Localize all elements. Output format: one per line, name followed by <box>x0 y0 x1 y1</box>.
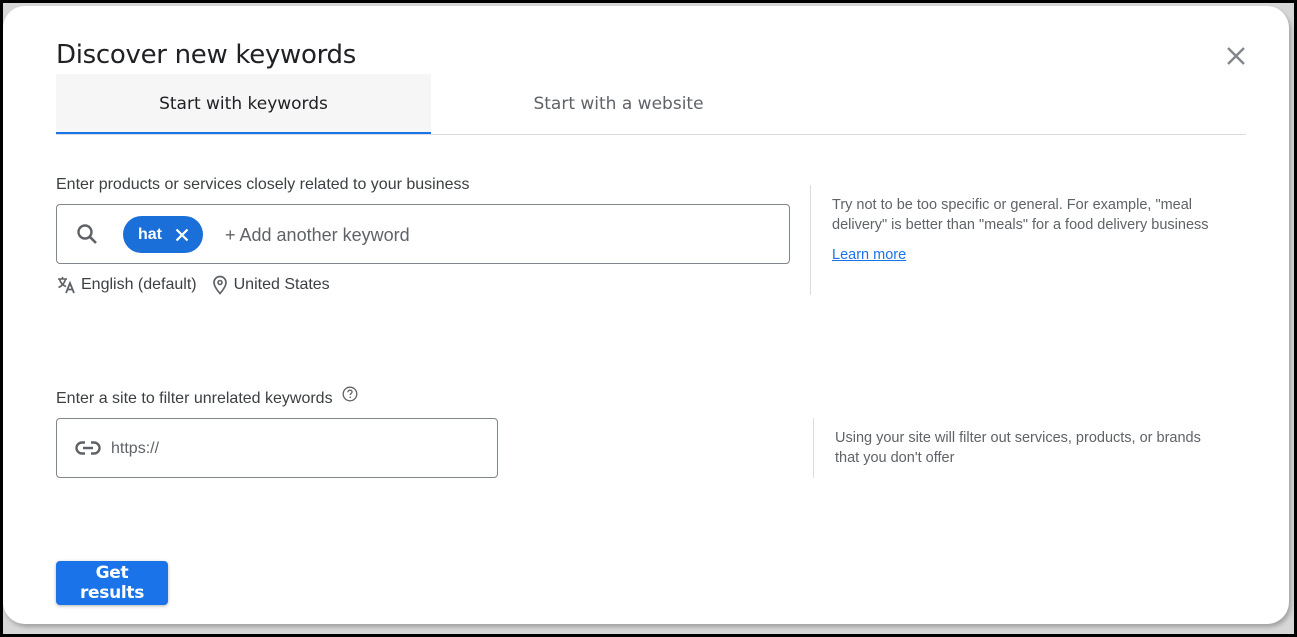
close-icon <box>1227 47 1245 65</box>
location-selector[interactable]: United States <box>211 275 330 295</box>
get-results-button[interactable]: Get results <box>56 561 168 605</box>
tab-start-with-keywords[interactable]: Start with keywords <box>56 74 431 134</box>
close-icon <box>175 228 189 241</box>
learn-more-link[interactable]: Learn more <box>832 245 906 265</box>
site-url-input[interactable] <box>109 434 473 464</box>
close-button[interactable] <box>1222 42 1250 70</box>
keyword-chip-label: hat <box>138 225 162 243</box>
location-pin-icon <box>212 275 227 295</box>
keywords-field-label: Enter products or services closely relat… <box>56 176 470 193</box>
dialog-title: Discover new keywords <box>56 40 357 70</box>
language-selector[interactable]: English (default) <box>56 275 197 295</box>
add-keyword-input[interactable] <box>223 220 767 250</box>
site-hint-panel: Using your site will filter out services… <box>813 418 1213 478</box>
location-label: United States <box>233 276 330 293</box>
tab-bar: Start with keywords Start with a website <box>56 74 1246 135</box>
language-label: English (default) <box>81 276 197 293</box>
keywords-hint-text: Try not to be too specific or general. F… <box>832 197 1209 233</box>
keywords-hint-panel: Try not to be too specific or general. F… <box>810 185 1210 295</box>
targeting-row: English (default) United States <box>56 274 330 296</box>
site-input-box[interactable] <box>56 418 498 478</box>
remove-chip-button[interactable] <box>174 227 190 243</box>
site-hint-text: Using your site will filter out services… <box>835 430 1201 466</box>
search-icon <box>77 224 97 244</box>
tab-start-with-website[interactable]: Start with a website <box>431 74 806 132</box>
link-icon <box>75 441 101 455</box>
help-circle-icon[interactable] <box>342 386 358 402</box>
translate-icon <box>58 277 75 294</box>
keyword-chip: hat <box>123 216 203 253</box>
site-field-label: Enter a site to filter unrelated keyword… <box>56 390 333 407</box>
keywords-input-box[interactable]: hat <box>56 204 790 264</box>
